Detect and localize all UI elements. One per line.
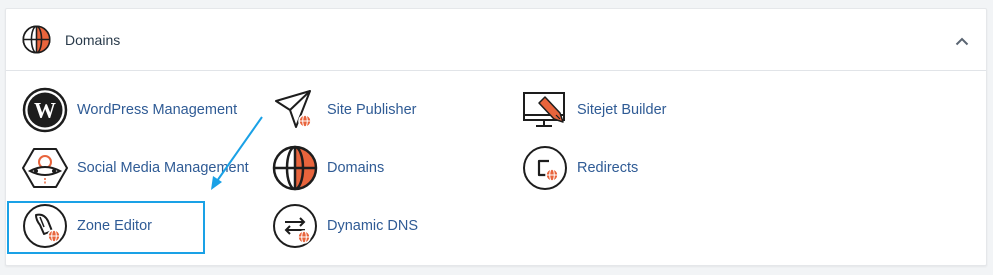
item-label: WordPress Management — [77, 102, 238, 118]
item-social-media-management[interactable]: Social Media Management — [22, 145, 249, 191]
item-site-publisher[interactable]: Site Publisher — [272, 87, 416, 133]
item-label: Sitejet Builder — [577, 102, 667, 118]
item-dynamic-dns[interactable]: Dynamic DNS — [272, 203, 418, 249]
globe-icon — [272, 145, 318, 191]
item-redirects[interactable]: Redirects — [522, 145, 638, 191]
item-label: Domains — [327, 160, 385, 176]
section-title: Domains — [65, 32, 121, 48]
wordpress-icon: W — [22, 87, 68, 133]
monitor-pencil-icon — [523, 92, 565, 127]
redirect-icon — [523, 146, 567, 190]
social-media-icon — [22, 148, 68, 188]
chevron-up-icon — [955, 37, 969, 45]
item-sitejet-builder[interactable]: Sitejet Builder — [522, 87, 666, 133]
item-label: Social Media Management — [77, 160, 249, 176]
item-wordpress-management[interactable]: W WordPress Management — [22, 87, 237, 133]
globe-icon — [22, 25, 51, 54]
panel-header[interactable]: Domains — [6, 9, 986, 71]
dynamic-dns-icon — [273, 204, 317, 248]
item-label: Redirects — [577, 160, 639, 176]
svg-text:W: W — [34, 98, 56, 123]
zone-editor-highlight — [7, 201, 205, 254]
item-label: Site Publisher — [327, 102, 417, 118]
item-domains[interactable]: Domains — [272, 145, 384, 191]
item-label: Dynamic DNS — [327, 218, 419, 234]
collapse-button[interactable] — [952, 31, 972, 51]
paper-plane-icon — [275, 90, 312, 128]
